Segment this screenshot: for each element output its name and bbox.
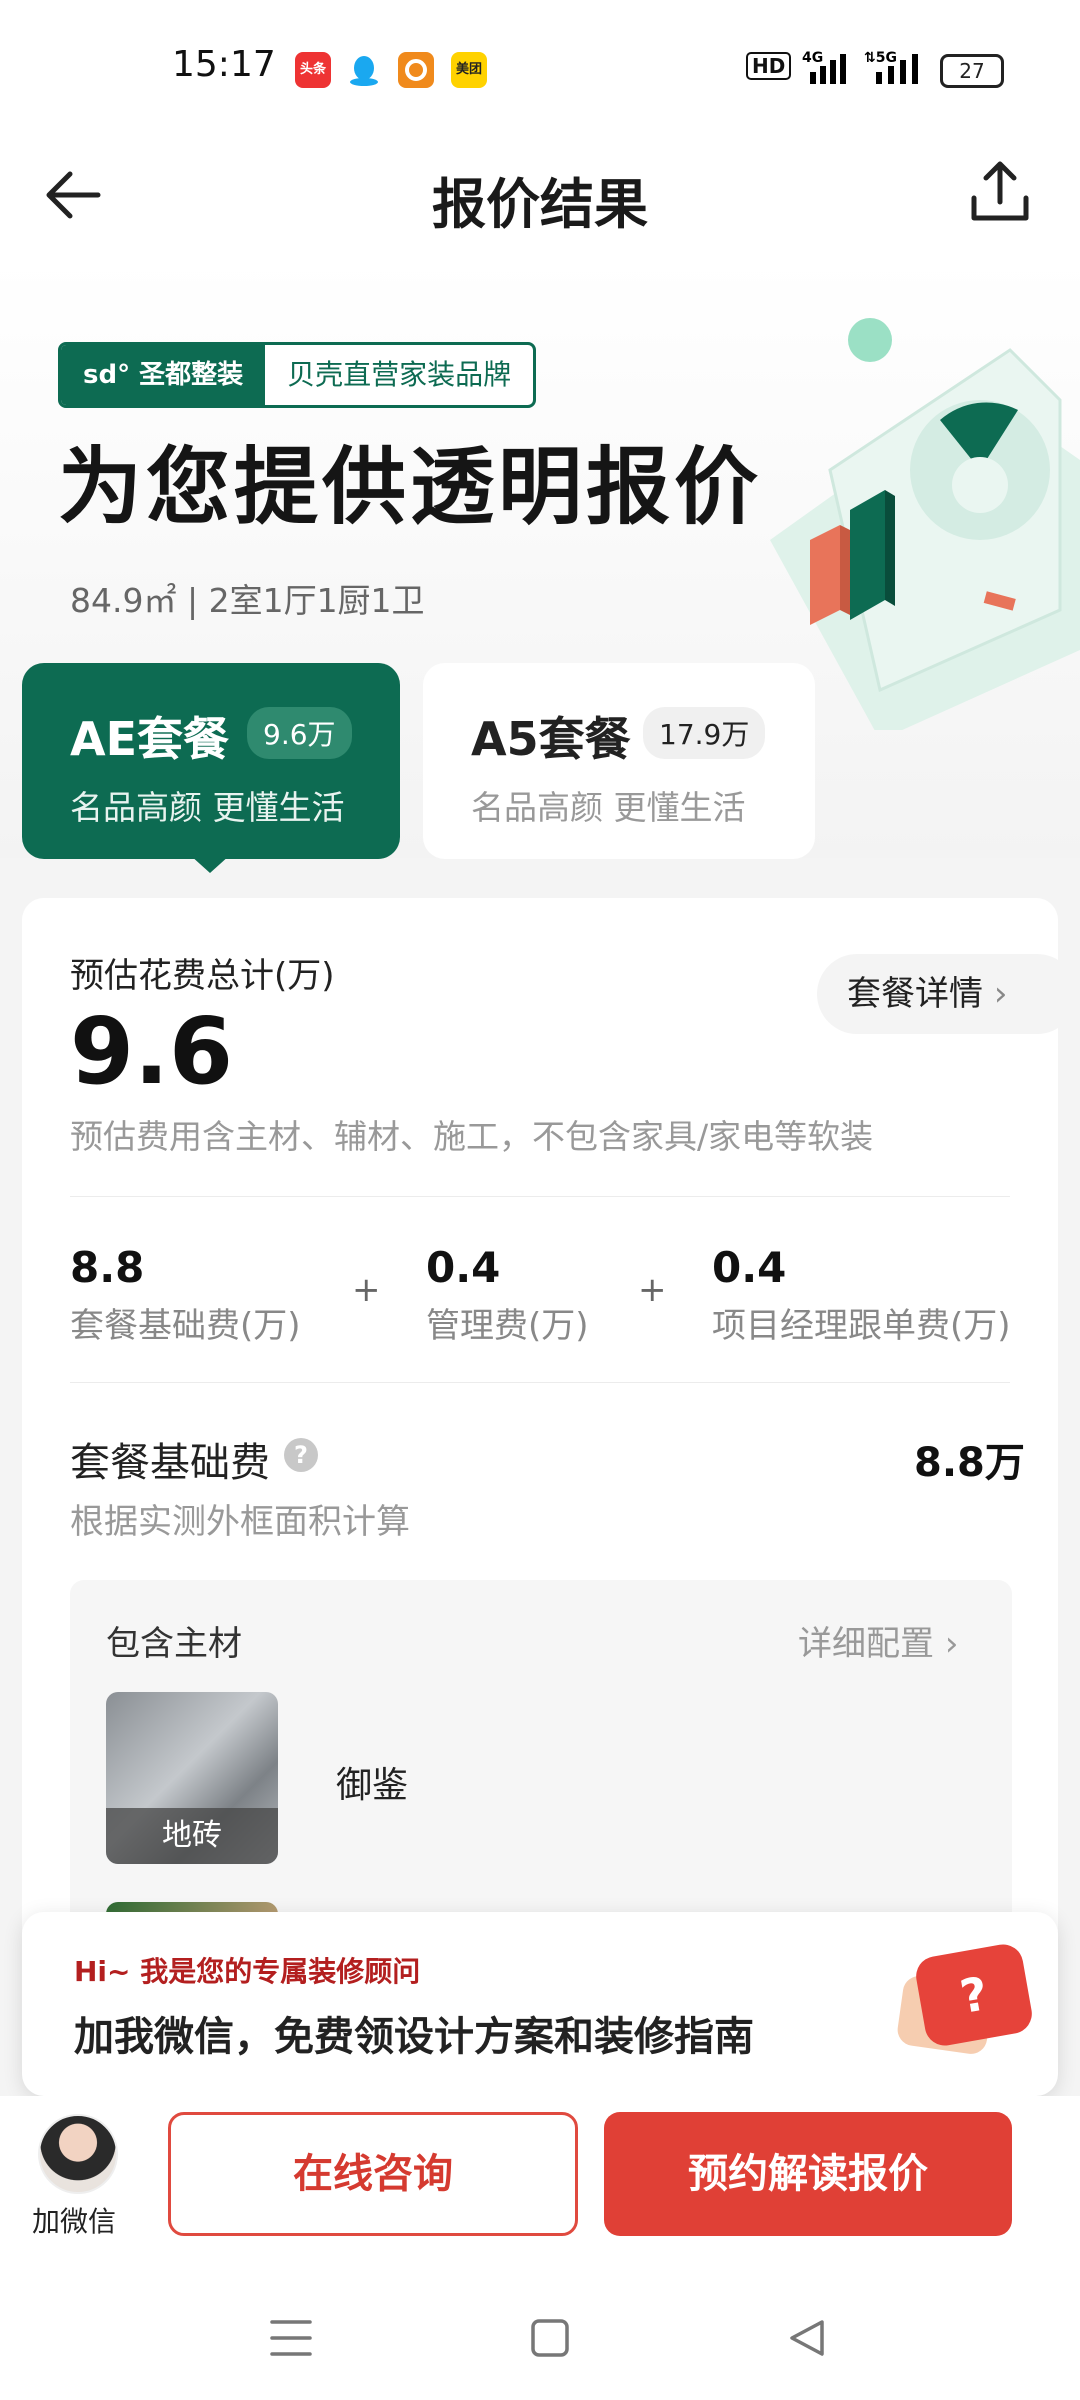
divider (70, 1382, 1010, 1383)
materials-title: 包含主材 (106, 1624, 242, 1664)
nav-bar: 报价结果 (0, 130, 1080, 259)
detailed-config-link[interactable]: 详细配置 › (798, 1616, 958, 1665)
share-button[interactable] (962, 154, 1038, 230)
total-label: 预估花费总计(万) (70, 956, 335, 996)
package-price: 17.9万 (643, 707, 766, 759)
home-icon[interactable] (530, 2318, 570, 2362)
package-name: A5套餐 (471, 712, 631, 766)
menu-icon[interactable] (270, 2318, 312, 2362)
help-icon[interactable]: ? (284, 1438, 318, 1472)
brand-logo: sd° 圣都整装 (61, 345, 266, 405)
package-tab-ae[interactable]: AE套餐 9.6万 名品高颜 更懂生活 (22, 663, 400, 859)
total-value: 9.6 (70, 998, 233, 1105)
battery-indicator: 27 (940, 54, 1004, 88)
app-icon (398, 52, 434, 88)
fee-value-manager: 0.4 (712, 1243, 787, 1292)
material-brand: 御鉴 (336, 1765, 409, 1806)
brand-tag: sd° 圣都整装 贝壳直营家装品牌 (58, 342, 537, 408)
banner-greeting: Hi~ 我是您的专属装修顾问 (74, 1955, 421, 1988)
signal-4g-icon: 4G (800, 48, 850, 90)
hero-headline: 为您提供透明报价 (58, 438, 763, 536)
divider (70, 1196, 1010, 1197)
package-subtitle: 名品高颜 更懂生活 (471, 788, 746, 827)
share-icon (971, 161, 1029, 221)
qq-icon (346, 52, 382, 88)
package-name: AE套餐 (70, 712, 230, 766)
question-bubble-icon: ? (913, 1941, 1035, 2049)
fee-label-management: 管理费(万) (426, 1306, 589, 1346)
config-link-label: 详细配置 (798, 1624, 934, 1664)
meituan-icon: 美团 (451, 52, 487, 88)
add-wechat-label[interactable]: 加微信 (32, 2200, 116, 2240)
back-nav-icon[interactable] (786, 2318, 826, 2362)
material-thumbnail-floor-tile[interactable]: 地砖 (106, 1692, 278, 1864)
base-fee-title: 套餐基础费 (70, 1440, 270, 1486)
quote-card: 预估花费总计(万) 套餐详情 › 9.6 预估费用含主材、辅材、施工，不包含家具… (22, 898, 1058, 2078)
material-caption: 地砖 (106, 1808, 278, 1864)
total-note: 预估费用含主材、辅材、施工，不包含家具/家电等软装 (70, 1117, 874, 1156)
detail-button-label: 套餐详情 (847, 974, 983, 1014)
chevron-right-icon: › (993, 974, 1008, 1014)
base-fee-note: 根据实测外框面积计算 (70, 1502, 410, 1542)
plus-sign: + (352, 1270, 381, 1310)
selected-pointer (190, 855, 230, 873)
online-consult-button[interactable]: 在线咨询 (168, 2112, 578, 2236)
package-subtitle: 名品高颜 更懂生活 (70, 788, 345, 827)
fee-label-base: 套餐基础费(万) (70, 1306, 301, 1346)
package-detail-button[interactable]: 套餐详情 › (817, 954, 1058, 1034)
brand-slogan: 贝壳直营家装品牌 (287, 358, 512, 391)
house-info: 84.9㎡ | 2室1厅1厨1卫 (70, 581, 425, 620)
package-price: 9.6万 (247, 707, 352, 759)
fee-value-base: 8.8 (70, 1243, 145, 1292)
advisor-avatar[interactable] (38, 2114, 118, 2194)
banner-message: 加我微信，免费领设计方案和装修指南 (74, 2014, 754, 2060)
svg-text:4G: 4G (802, 50, 823, 66)
fee-value-management: 0.4 (426, 1243, 501, 1292)
chevron-right-icon: › (944, 1624, 959, 1664)
toutiao-icon: 头条 (295, 52, 331, 88)
signal-5g-icon: ⇅5G (862, 48, 928, 90)
plus-sign: + (638, 1270, 667, 1310)
system-nav-bar (0, 2276, 1080, 2400)
book-quote-button[interactable]: 预约解读报价 (604, 2112, 1012, 2236)
status-time: 15:17 (172, 44, 276, 85)
status-bar: 15:17 头条 美团 HD 4G ⇅5G 27 (0, 0, 1080, 130)
hd-icon: HD (746, 52, 792, 80)
page-title: 报价结果 (432, 173, 648, 236)
svg-text:⇅5G: ⇅5G (864, 50, 897, 66)
package-tab-a5[interactable]: A5套餐 17.9万 名品高颜 更懂生活 (423, 663, 815, 859)
fee-label-manager: 项目经理跟单费(万) (712, 1306, 1011, 1346)
base-fee-value: 8.8万 (914, 1440, 1025, 1486)
